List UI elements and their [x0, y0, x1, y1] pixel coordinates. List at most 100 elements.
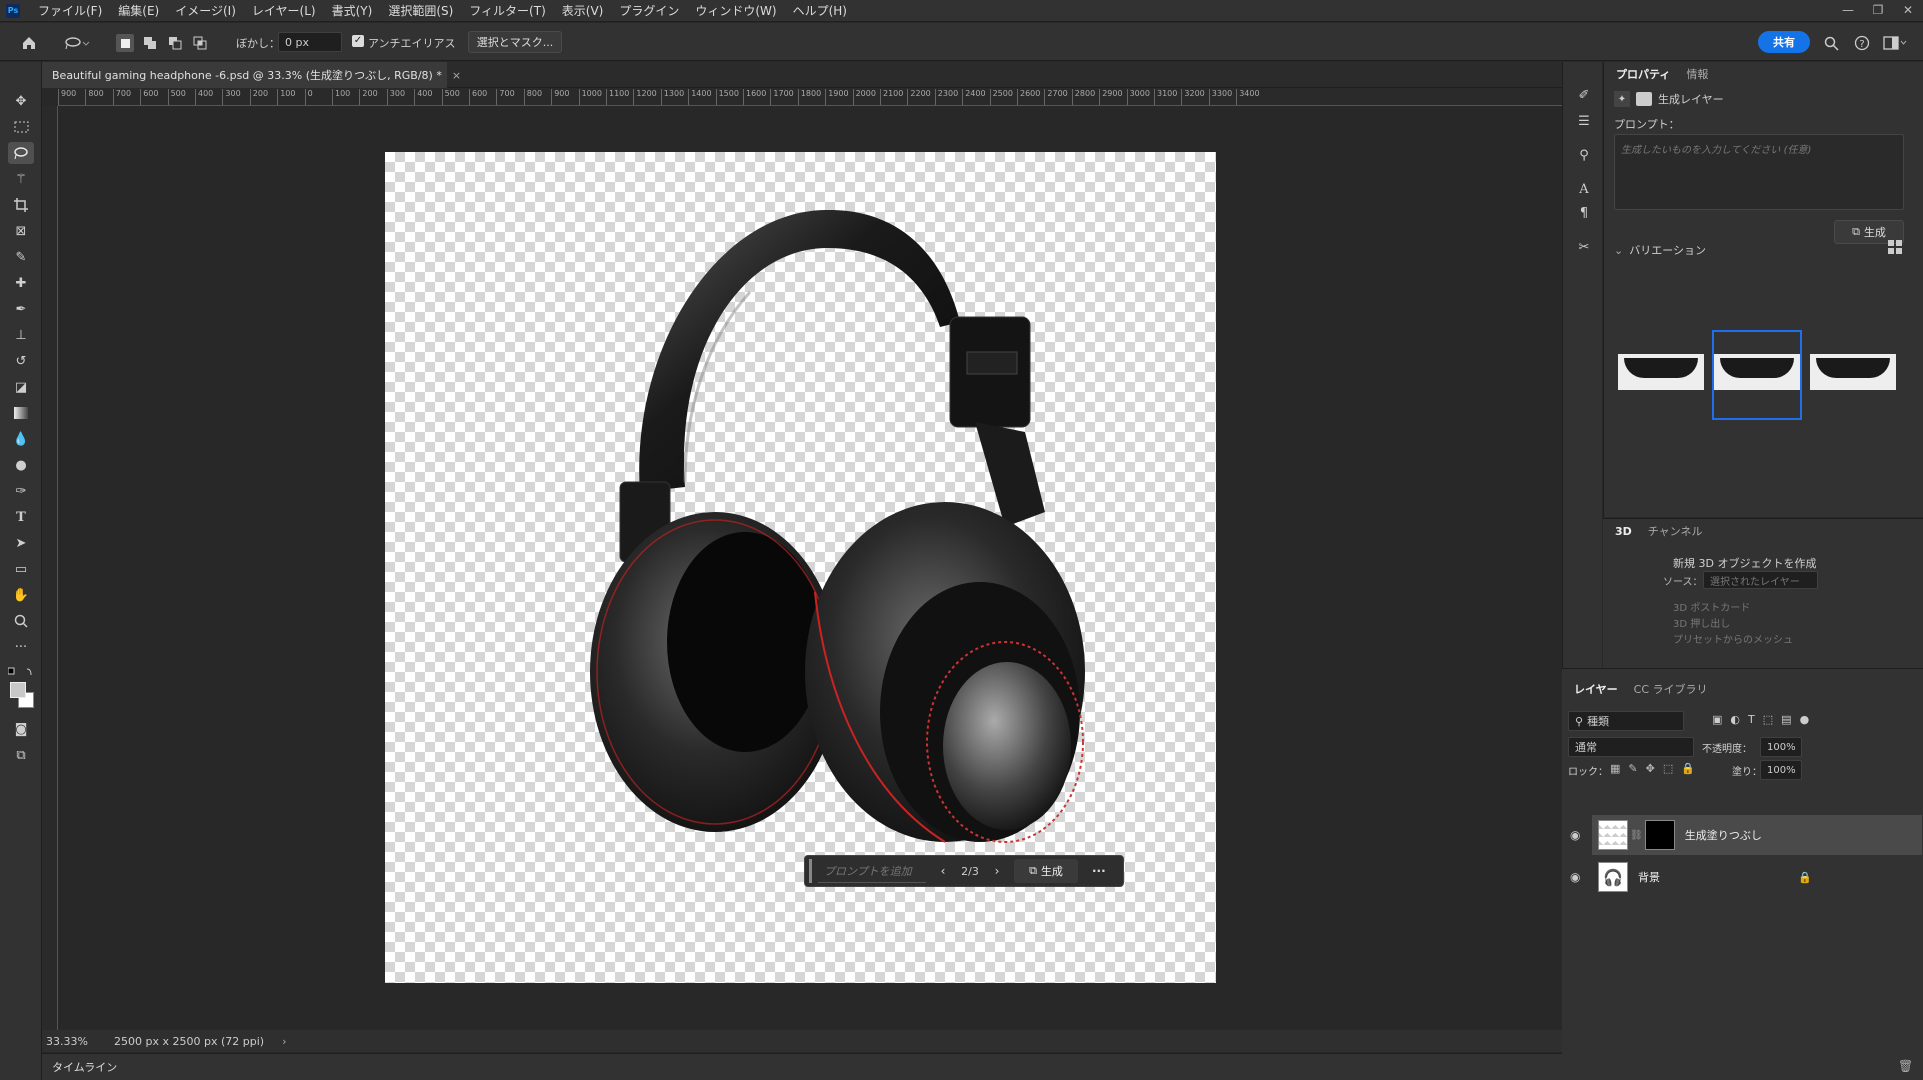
variations-header[interactable]: ⌄ バリエーション — [1614, 240, 1914, 260]
lock-artboard-icon[interactable]: ⬚ — [1663, 762, 1673, 775]
lock-pixels-icon[interactable]: ▦ — [1610, 762, 1620, 775]
quick-mask-icon[interactable]: ◙ — [8, 718, 34, 740]
menu-item-3[interactable]: レイヤー(L) — [244, 2, 324, 19]
menu-item-5[interactable]: 選択範囲(S) — [380, 2, 461, 19]
stamp-tool-icon[interactable]: ⊥ — [8, 324, 34, 346]
color-swap-icon[interactable] — [7, 666, 34, 678]
help-icon[interactable]: ? — [1851, 32, 1873, 54]
pen-tool-icon[interactable]: ✑ — [8, 480, 34, 502]
3d-source-select[interactable]: 選択されたレイヤー — [1703, 571, 1818, 589]
tool-presets-icon[interactable]: ✂ — [1571, 236, 1597, 258]
type-filter-icon[interactable]: T — [1748, 713, 1755, 726]
blend-mode-select[interactable]: 通常 — [1568, 737, 1694, 757]
tab-layers[interactable]: レイヤー — [1566, 681, 1626, 697]
brush-tool-icon[interactable]: ✒ — [8, 298, 34, 320]
antialias-checkbox[interactable]: ✓ — [352, 35, 364, 47]
timeline-tab[interactable]: タイムライン — [52, 1059, 117, 1075]
shape-filter-icon[interactable]: ⬚ — [1763, 713, 1773, 726]
menu-item-6[interactable]: フィルター(T) — [461, 2, 553, 19]
hand-tool-icon[interactable]: ✋ — [8, 584, 34, 606]
type-tool-icon[interactable]: T — [8, 506, 34, 528]
crop-tool-icon[interactable] — [8, 194, 34, 216]
drag-handle[interactable] — [809, 859, 812, 883]
path-selection-icon[interactable]: ➤ — [8, 532, 34, 554]
screen-mode-icon[interactable]: ⧉ — [8, 744, 34, 766]
frame-tool-icon[interactable]: ⊠ — [8, 220, 34, 242]
add-selection-icon[interactable] — [141, 34, 159, 52]
prompt-textarea[interactable]: 生成したいものを入力してください (任意) — [1614, 134, 1904, 210]
more-options-icon[interactable]: ··· — [1092, 864, 1106, 878]
eraser-tool-icon[interactable]: ◪ — [8, 376, 34, 398]
document-tab[interactable]: Beautiful gaming headphone -6.psd @ 33.3… — [42, 62, 461, 88]
minimize-icon[interactable]: — — [1833, 0, 1863, 22]
home-icon[interactable] — [18, 32, 40, 54]
tab-info[interactable]: 情報 — [1678, 66, 1716, 82]
3d-option-postcard[interactable]: 3D ポストカード — [1673, 599, 1750, 614]
opacity-input[interactable]: 100% — [1760, 737, 1802, 757]
prompt-input[interactable]: プロンプトを追加 — [818, 859, 926, 883]
layer-filter-select[interactable]: ⚲ 種類 — [1568, 711, 1684, 731]
history-brush-icon[interactable]: ↺ — [8, 350, 34, 372]
rectangle-tool-icon[interactable]: ▭ — [8, 558, 34, 580]
new-selection-icon[interactable] — [116, 34, 134, 52]
next-variation-icon[interactable]: › — [986, 864, 1008, 878]
menu-item-2[interactable]: イメージ(I) — [167, 2, 244, 19]
lock-all-icon[interactable]: 🔒 — [1681, 762, 1695, 775]
tab-channels[interactable]: チャンネル — [1640, 523, 1711, 539]
menu-item-0[interactable]: ファイル(F) — [30, 2, 110, 19]
layer-row-generative[interactable]: ◉ ⛓ 生成塗りつぶし — [1570, 815, 1922, 855]
status-arrow-icon[interactable]: › — [282, 1035, 286, 1048]
magic-wand-icon[interactable]: ⚚ — [8, 168, 34, 190]
subtract-selection-icon[interactable] — [166, 34, 184, 52]
select-and-mask-button[interactable]: 選択とマスク... — [468, 31, 562, 53]
trash-icon[interactable]: 🗑 — [1898, 1059, 1913, 1073]
3d-option-extrude[interactable]: 3D 押し出し — [1673, 615, 1730, 630]
character-icon[interactable]: A — [1571, 178, 1597, 200]
intersect-selection-icon[interactable] — [191, 34, 209, 52]
adjustment-filter-icon[interactable]: ◐ — [1730, 713, 1740, 726]
lasso-preset-icon[interactable] — [60, 32, 94, 54]
marquee-tool-icon[interactable] — [8, 116, 34, 138]
zoom-level[interactable]: 33.33% — [46, 1035, 96, 1048]
blur-tool-icon[interactable]: 💧 — [8, 428, 34, 450]
menu-item-1[interactable]: 編集(E) — [110, 2, 167, 19]
eye-icon[interactable]: ◉ — [1570, 828, 1580, 842]
menu-item-4[interactable]: 書式(Y) — [324, 2, 381, 19]
color-swatches[interactable] — [10, 682, 36, 710]
workspace-icon[interactable] — [1880, 32, 1910, 54]
tab-3d[interactable]: 3D — [1607, 525, 1640, 538]
lock-paint-icon[interactable]: ✎ — [1628, 762, 1637, 775]
layer-row-background[interactable]: ◉ 🎧 背景 🔒 — [1570, 857, 1922, 897]
menu-item-8[interactable]: プラグイン — [611, 2, 687, 19]
search-icon[interactable] — [1820, 32, 1842, 54]
eye-icon[interactable]: ◉ — [1570, 870, 1580, 884]
healing-brush-icon[interactable]: ✚ — [8, 272, 34, 294]
move-tool-icon[interactable]: ✥ — [8, 90, 34, 112]
pixel-filter-icon[interactable]: ▣ — [1712, 713, 1722, 726]
3d-option-mesh[interactable]: プリセットからのメッシュ — [1673, 631, 1793, 646]
close-tab-icon[interactable]: × — [452, 69, 461, 82]
lock-position-icon[interactable]: ✥ — [1646, 762, 1655, 775]
feather-input[interactable]: 0 px — [278, 32, 342, 52]
dodge-tool-icon[interactable]: ● — [8, 454, 34, 476]
menu-item-10[interactable]: ヘルプ(H) — [785, 2, 855, 19]
adjustments-icon[interactable]: ☰ — [1571, 110, 1597, 132]
filter-toggle-icon[interactable]: ● — [1800, 713, 1810, 726]
menu-item-7[interactable]: 表示(V) — [554, 2, 612, 19]
brush-settings-icon[interactable]: ✐ — [1571, 84, 1597, 106]
tab-cc-libraries[interactable]: CC ライブラリ — [1626, 681, 1716, 697]
prev-variation-icon[interactable]: ‹ — [932, 864, 954, 878]
smart-filter-icon[interactable]: ▤ — [1781, 713, 1791, 726]
gradient-tool-icon[interactable] — [8, 402, 34, 424]
tab-properties[interactable]: プロパティ — [1608, 66, 1678, 82]
grid-view-icon[interactable] — [1888, 240, 1904, 256]
restore-icon[interactable]: ❐ — [1863, 0, 1893, 22]
lasso-tool-icon[interactable] — [8, 142, 34, 164]
share-button[interactable]: 共有 — [1758, 31, 1810, 53]
fill-input[interactable]: 100% — [1760, 760, 1802, 780]
paragraph-icon[interactable]: ¶ — [1571, 202, 1597, 224]
variation-thumb-1[interactable] — [1618, 354, 1704, 390]
variation-thumb-3[interactable] — [1810, 354, 1896, 390]
generate-button[interactable]: ⧉ 生成 — [1014, 859, 1078, 883]
zoom-tool-icon[interactable] — [8, 610, 34, 632]
